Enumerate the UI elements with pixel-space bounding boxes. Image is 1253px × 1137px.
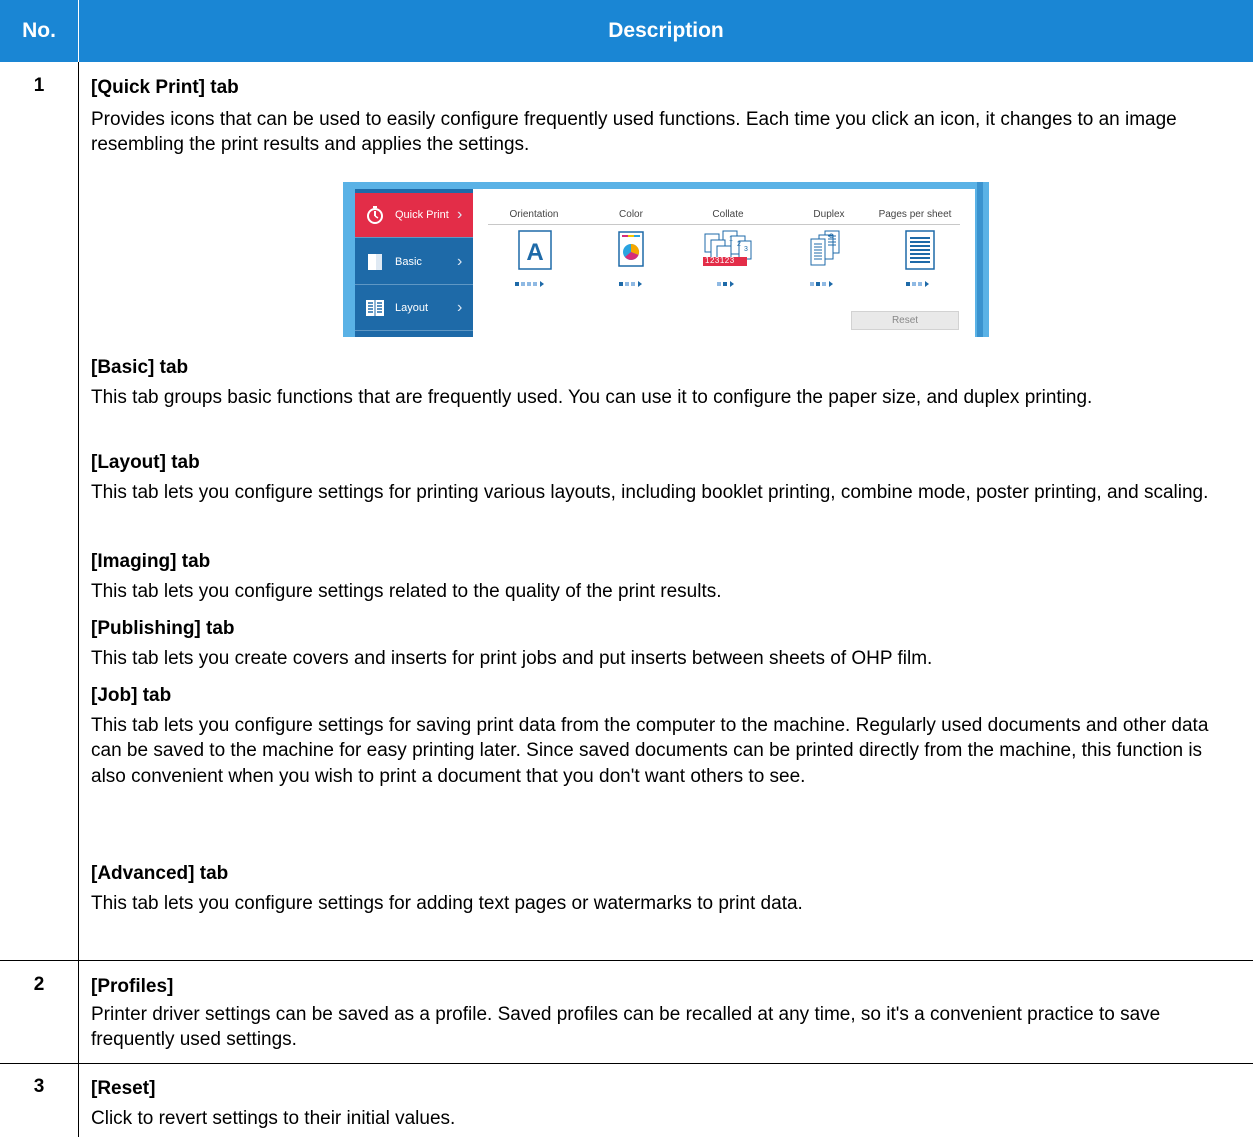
- section-heading: [Layout] tab: [91, 452, 200, 473]
- row-divider: [0, 960, 1253, 961]
- column-label-pages-per-sheet: Pages per sheet: [878, 209, 952, 220]
- svg-text:C: C: [829, 234, 834, 240]
- color-icon[interactable]: [611, 230, 651, 270]
- page-icon: [365, 253, 385, 271]
- column-divider: [78, 62, 79, 1137]
- section-text: This tab lets you configure settings for…: [91, 482, 1209, 503]
- table-header: No. Description: [0, 0, 1253, 62]
- setting-indicator: [906, 280, 946, 288]
- section-heading: [Imaging] tab: [91, 551, 211, 572]
- column-label-orientation: Orientation: [509, 209, 559, 220]
- reset-button[interactable]: Reset: [851, 311, 959, 330]
- section-heading: [Reset]: [91, 1078, 156, 1099]
- window-frame: [343, 182, 355, 337]
- svg-text:1: 1: [729, 236, 733, 243]
- header-no: No.: [22, 19, 56, 42]
- section-heading: [Basic] tab: [91, 357, 189, 378]
- section-text: Printer driver settings can be saved as …: [91, 1004, 1161, 1051]
- section-text: Provides icons that can be used to easil…: [91, 109, 1177, 156]
- setting-indicator: [515, 280, 555, 288]
- setting-indicator: [810, 280, 850, 288]
- section-heading: [Job] tab: [91, 685, 172, 706]
- svg-text:3: 3: [744, 246, 748, 253]
- section-text: This tab lets you configure settings for…: [91, 893, 803, 914]
- orientation-icon[interactable]: A: [515, 230, 555, 270]
- setting-indicator: [619, 280, 659, 288]
- row-number: 2: [33, 974, 45, 995]
- nav-label: Layout: [395, 302, 429, 314]
- stopwatch-icon: [365, 206, 385, 224]
- section-heading: [Profiles]: [91, 976, 174, 997]
- column-label-collate: Collate: [712, 209, 744, 220]
- svg-text:2: 2: [737, 241, 741, 248]
- section-text: This tab lets you create covers and inse…: [91, 648, 933, 669]
- chevron-right-icon: ›: [457, 253, 463, 270]
- setting-indicator: [717, 280, 757, 288]
- svg-text:A: A: [526, 239, 543, 266]
- section-text: This tab lets you configure settings for…: [91, 715, 1209, 787]
- section-text: Click to revert settings to their initia…: [91, 1108, 456, 1129]
- chevron-right-icon: ›: [457, 299, 463, 316]
- pages-per-sheet-icon[interactable]: [900, 230, 940, 270]
- section-text: This tab lets you configure settings rel…: [91, 581, 722, 602]
- duplex-icon[interactable]: C: [805, 230, 845, 270]
- nav-item-layout[interactable]: Layout ›: [355, 286, 473, 331]
- section-text: This tab groups basic functions that are…: [91, 387, 1093, 408]
- collate-icon-label: 123123: [705, 256, 735, 265]
- row-number: 1: [33, 75, 45, 96]
- nav-label: Quick Print: [395, 209, 449, 221]
- quick-print-screenshot: Quick Print › Basic › Layout › Orientati…: [343, 182, 989, 337]
- header-description: Description: [608, 19, 724, 42]
- window-frame: [343, 182, 989, 189]
- collate-icon[interactable]: 123 123123: [701, 230, 753, 270]
- column-rule: [488, 224, 960, 225]
- chevron-right-icon: ›: [457, 206, 463, 223]
- row-number: 3: [33, 1076, 45, 1097]
- description-table: No. Description 1 [Quick Print] tab Prov…: [0, 0, 1253, 1137]
- scrollbar: [977, 182, 983, 337]
- section-heading: [Quick Print] tab: [91, 77, 239, 98]
- row-divider: [0, 1063, 1253, 1064]
- nav-label: Basic: [395, 256, 422, 268]
- nav-item-quick-print[interactable]: Quick Print ›: [355, 193, 473, 238]
- layout-icon: [365, 299, 385, 317]
- section-heading: [Advanced] tab: [91, 863, 229, 884]
- section-heading: [Publishing] tab: [91, 618, 235, 639]
- column-label-color: Color: [619, 209, 643, 220]
- nav-item-basic[interactable]: Basic ›: [355, 240, 473, 285]
